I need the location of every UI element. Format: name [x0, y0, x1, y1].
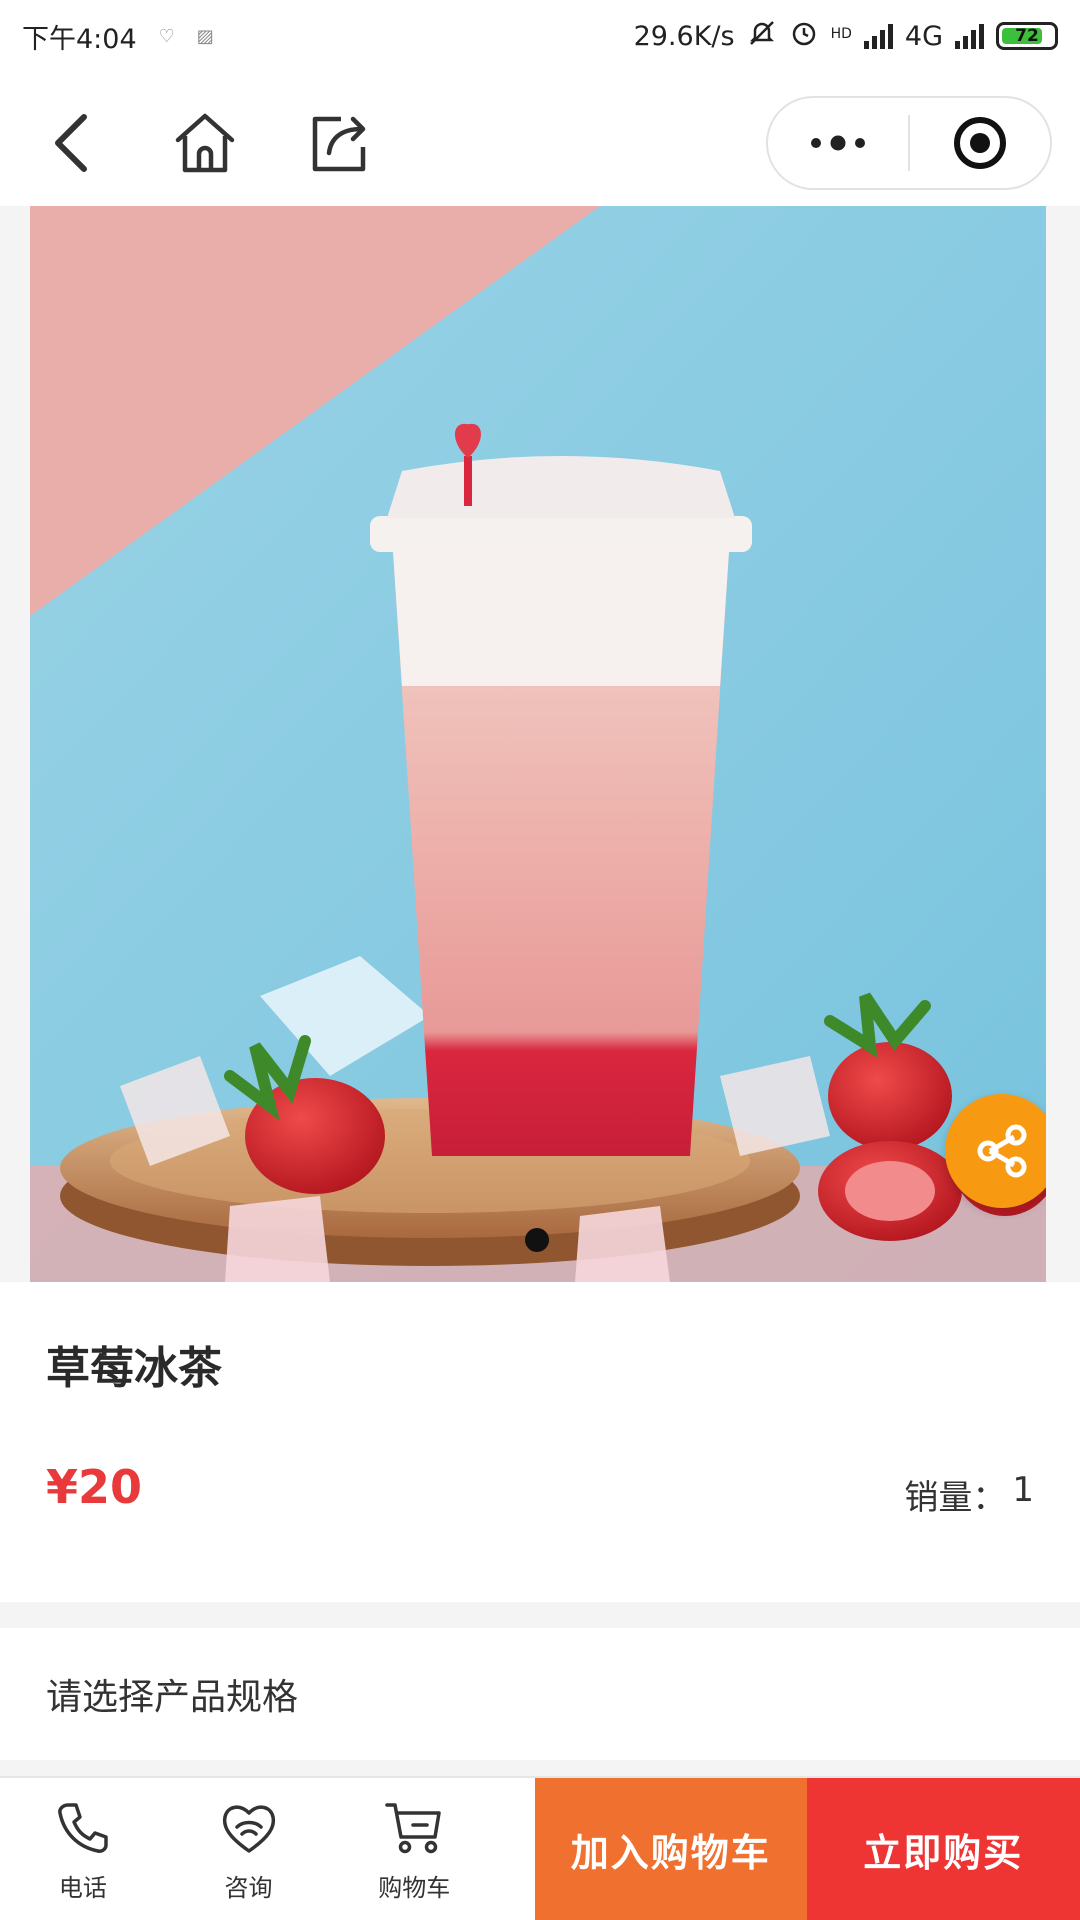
network-type: 4G [904, 20, 943, 52]
add-to-cart-button[interactable]: 加入购物车 [535, 1778, 807, 1920]
share-out-button[interactable] [304, 108, 374, 178]
hd-label: HD [830, 25, 852, 42]
heart-notification-icon: ♡ [158, 25, 175, 47]
spec-prompt: 请选择产品规格 [46, 1677, 299, 1718]
tab-cart[interactable]: 购物车 [331, 1778, 497, 1920]
status-time: 下午4:04 [22, 23, 137, 55]
share-nodes-icon [977, 1124, 1027, 1178]
home-button[interactable] [170, 108, 240, 178]
chat-heart-icon [217, 1796, 281, 1860]
buy-now-button[interactable]: 立即购买 [806, 1778, 1080, 1920]
bottom-action-bar: 电话 咨询 购物车 加入购物车 立即购买 [0, 1776, 1080, 1920]
close-button[interactable] [910, 98, 1050, 188]
image-notification-icon: ▨ [196, 25, 214, 47]
alarm-clock-icon [789, 18, 819, 55]
product-info: 草莓冰茶 ¥20 销量： 1 [0, 1282, 1080, 1602]
status-bar: 下午4:04 ♡ ▨ 29.6K/s HD 4G 72 [0, 0, 1080, 72]
tab-consult[interactable]: 咨询 [166, 1778, 332, 1920]
battery-icon: 72 [996, 22, 1058, 50]
tab-phone[interactable]: 电话 [0, 1778, 166, 1920]
back-arrow-icon [55, 114, 87, 172]
target-close-icon [954, 117, 1006, 169]
mini-program-capsule [766, 96, 1052, 190]
product-name: 草莓冰茶 [46, 1343, 222, 1394]
cart-icon [382, 1796, 446, 1860]
back-button[interactable] [36, 108, 106, 178]
sales-count: 销量： 1 [904, 1470, 1034, 1519]
product-detail-screen: 下午4:04 ♡ ▨ 29.6K/s HD 4G 72 草莓冰茶 ¥20 销量：… [0, 0, 1080, 1920]
battery-level: 72 [1015, 26, 1039, 46]
tab-phone-label: 电话 [58, 1873, 107, 1902]
phone-icon [51, 1796, 115, 1860]
sales-value: 1 [1012, 1470, 1034, 1510]
nav-bar [0, 72, 1080, 206]
share-out-icon [312, 116, 366, 172]
home-icon [175, 113, 235, 173]
sales-label: 销量： [904, 1478, 1007, 1518]
spec-select-row[interactable]: 请选择产品规格 [0, 1628, 1080, 1760]
tab-consult-label: 咨询 [224, 1873, 273, 1902]
tab-cart-label: 购物车 [378, 1873, 451, 1902]
more-button[interactable] [768, 98, 908, 188]
signal-icon [863, 23, 893, 49]
mute-bell-icon [747, 18, 777, 55]
product-photo [30, 206, 1046, 1282]
signal-icon-2 [955, 23, 984, 49]
more-dots-icon [811, 135, 865, 151]
product-price: ¥20 [46, 1460, 143, 1514]
carousel-dot-active[interactable] [525, 1228, 549, 1252]
product-image-carousel[interactable] [30, 206, 1046, 1282]
network-speed: 29.6K/s [633, 20, 735, 52]
